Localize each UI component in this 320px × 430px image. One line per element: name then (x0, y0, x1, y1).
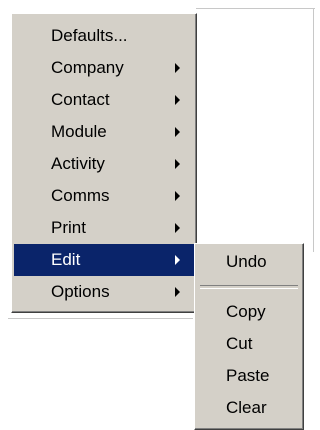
menu-item-edit[interactable]: Edit (14, 244, 194, 276)
menu-item-label: Edit (51, 250, 81, 269)
menu-item-activity[interactable]: Activity (14, 148, 194, 180)
submenu-arrow-icon (175, 191, 180, 201)
submenu-arrow-icon (175, 223, 180, 233)
screen: Defaults... Company Contact Module Activ… (0, 0, 315, 430)
submenu-arrow-icon (175, 287, 180, 297)
background-border-right (313, 8, 314, 252)
menu-item-label: Options (51, 282, 110, 301)
menu-item-label: Comms (51, 186, 110, 205)
submenu-arrow-icon (175, 127, 180, 137)
menu-item-label: Clear (226, 398, 267, 417)
submenu-arrow-icon (175, 255, 180, 265)
menu-item-cut[interactable]: Cut (197, 328, 301, 360)
edit-submenu: Undo Copy Cut Paste Clear (194, 243, 304, 430)
menu-item-label: Activity (51, 154, 105, 173)
menu-item-label: Company (51, 58, 124, 77)
menu-item-label: Paste (226, 366, 270, 385)
menu-item-comms[interactable]: Comms (14, 180, 194, 212)
menu-item-print[interactable]: Print (14, 212, 194, 244)
menu-item-options[interactable]: Options (14, 276, 194, 308)
menu-item-label: Defaults... (51, 26, 128, 45)
background-border-bottom (8, 318, 193, 319)
menu-item-label: Cut (226, 334, 253, 353)
menu-item-label: Copy (226, 302, 266, 321)
menu-item-copy[interactable]: Copy (197, 296, 301, 328)
menu-item-label: Undo (226, 252, 267, 271)
menu-item-clear[interactable]: Clear (197, 392, 301, 424)
submenu-arrow-icon (175, 95, 180, 105)
background-border-top (196, 8, 315, 9)
context-menu: Defaults... Company Contact Module Activ… (11, 13, 197, 313)
menu-item-company[interactable]: Company (14, 52, 194, 84)
menu-item-undo[interactable]: Undo (197, 246, 301, 278)
submenu-arrow-icon (175, 63, 180, 73)
menu-item-label: Module (51, 122, 107, 141)
menu-item-label: Print (51, 218, 86, 237)
menu-item-defaults[interactable]: Defaults... (14, 20, 194, 52)
submenu-arrow-icon (175, 159, 180, 169)
menu-item-paste[interactable]: Paste (197, 360, 301, 392)
menu-separator (200, 285, 298, 289)
menu-item-module[interactable]: Module (14, 116, 194, 148)
menu-item-contact[interactable]: Contact (14, 84, 194, 116)
menu-item-label: Contact (51, 90, 110, 109)
